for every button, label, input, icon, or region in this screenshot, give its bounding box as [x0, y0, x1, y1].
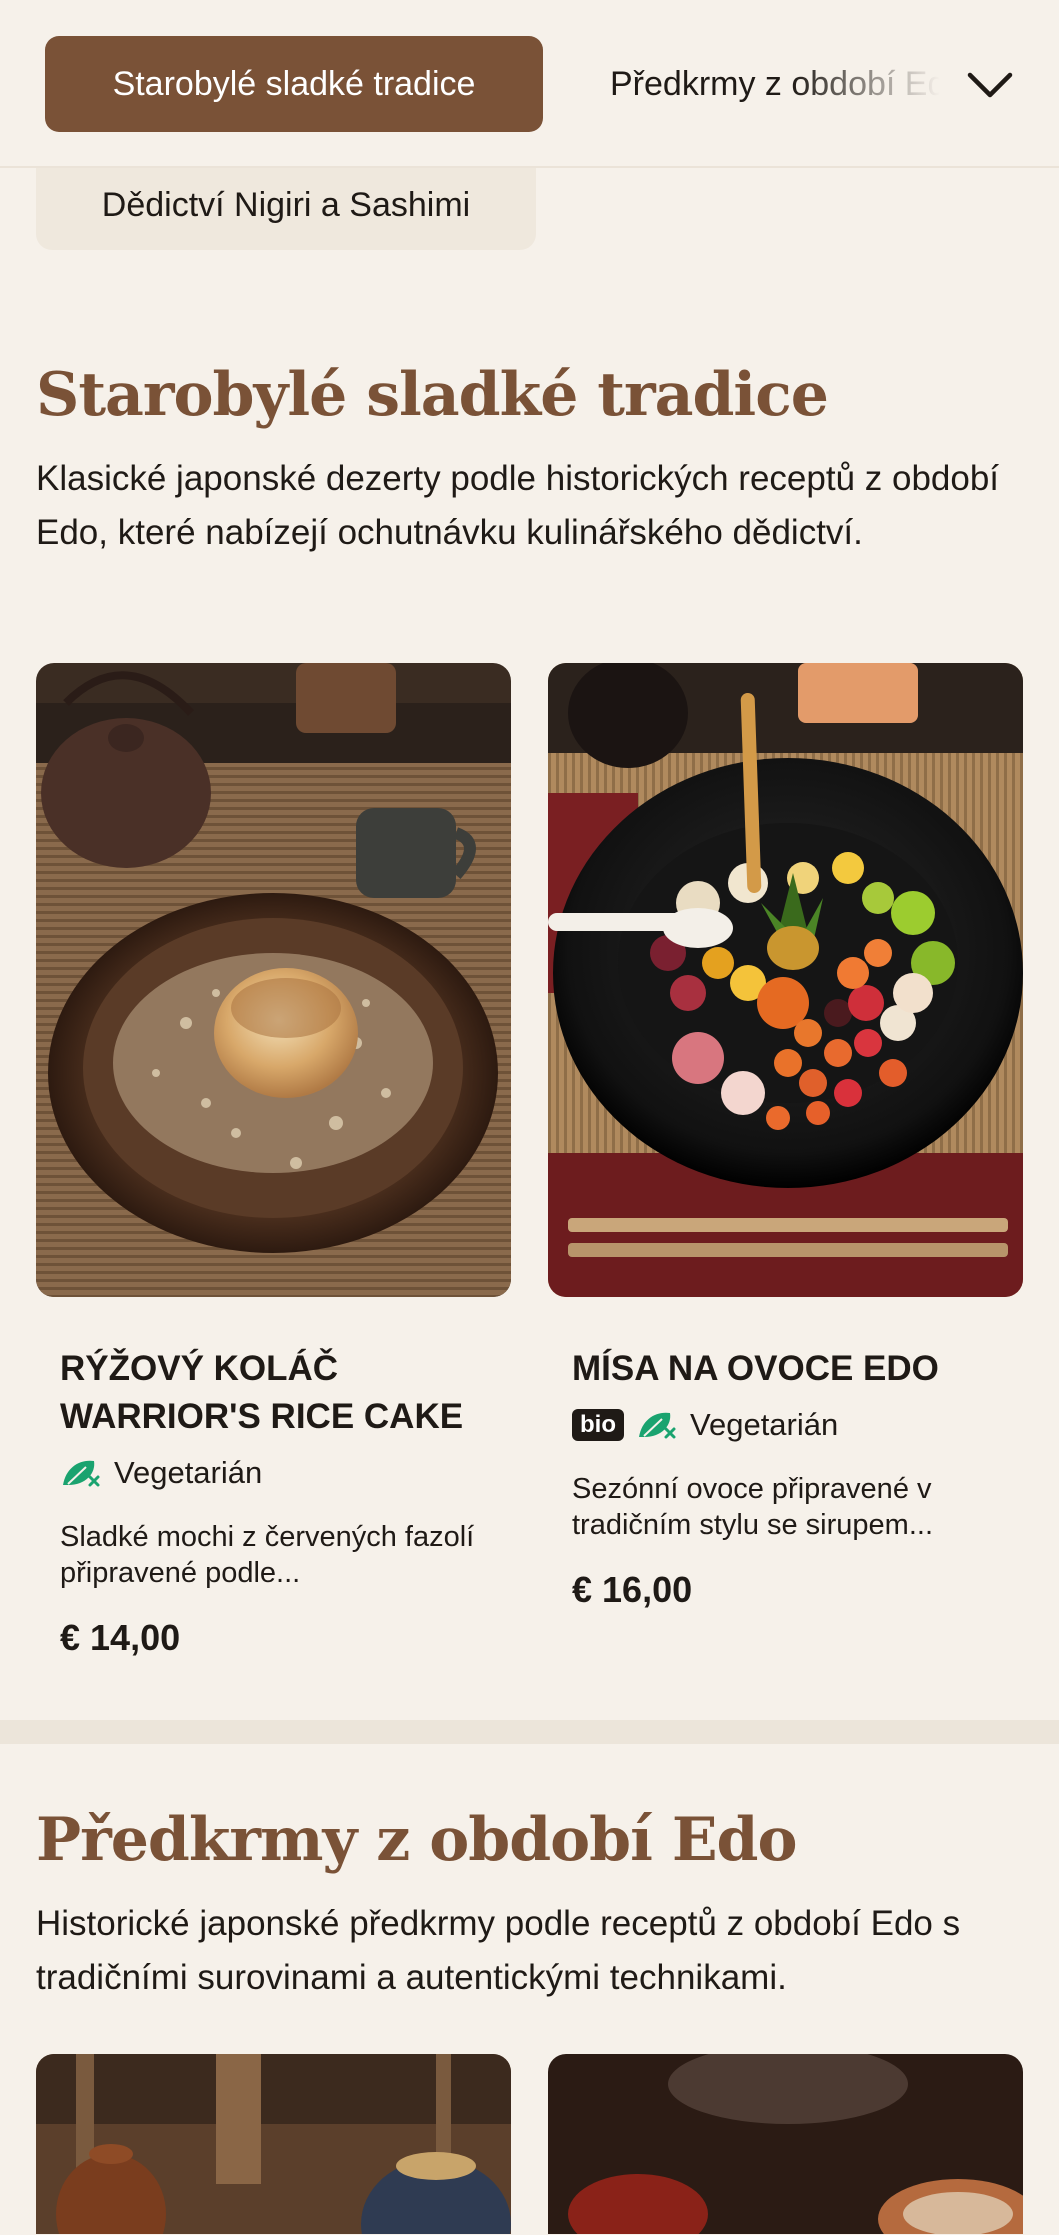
- expand-categories-button[interactable]: [955, 50, 1025, 120]
- bio-badge: bio: [572, 1409, 624, 1441]
- item-title: MÍSA NA OVOCE EDO: [572, 1349, 939, 1388]
- fruit-bowl-photo: [548, 663, 1023, 1297]
- diet-label: Vegetarián: [114, 1455, 263, 1490]
- item-description: Sladké mochi z červených fazolí připrave…: [60, 1521, 475, 1589]
- section-divider: [0, 1720, 1059, 1744]
- vegetarian-leaf-icon: [63, 1460, 100, 1487]
- menu-item-card[interactable]: MÍSA NA OVOCE EDO bio Vegetarián Sezónní…: [548, 663, 1023, 1611]
- steaming-dish-photo[interactable]: [548, 2054, 1023, 2234]
- category-bar: Starobylé sladké tradice Předkrmy z obdo…: [0, 0, 1059, 168]
- mochi-dessert-photo: [36, 663, 511, 1297]
- diet-label: Vegetarián: [690, 1407, 839, 1442]
- menu-item-card[interactable]: RÝŽOVÝ KOLÁČ WARRIOR'S RICE CAKE Vegetar…: [36, 663, 511, 1659]
- section-title: Starobylé sladké tradice: [36, 360, 829, 430]
- vegetarian-leaf-icon: [639, 1412, 676, 1439]
- section-description: Historické japonské předkrmy podle recep…: [36, 1904, 961, 1997]
- category-chip-nigiri[interactable]: Dědictví Nigiri a Sashimi: [36, 160, 536, 250]
- clay-pot-table-photo[interactable]: [36, 2054, 511, 2234]
- item-title: RÝŽOVÝ KOLÁČ WARRIOR'S RICE CAKE: [60, 1349, 464, 1436]
- category-chip-next[interactable]: Předkrmy z období Edo: [610, 36, 940, 132]
- item-price: € 16,00: [572, 1569, 693, 1610]
- section-title: Předkrmy z období Edo: [36, 1805, 798, 1875]
- chevron-down-icon: [967, 72, 1013, 98]
- item-description: Sezónní ovoce připravené v tradičním sty…: [572, 1473, 933, 1541]
- item-price: € 14,00: [60, 1617, 181, 1658]
- category-chip-active[interactable]: Starobylé sladké tradice: [45, 36, 543, 132]
- section-description: Klasické japonské dezerty podle historic…: [36, 459, 1000, 552]
